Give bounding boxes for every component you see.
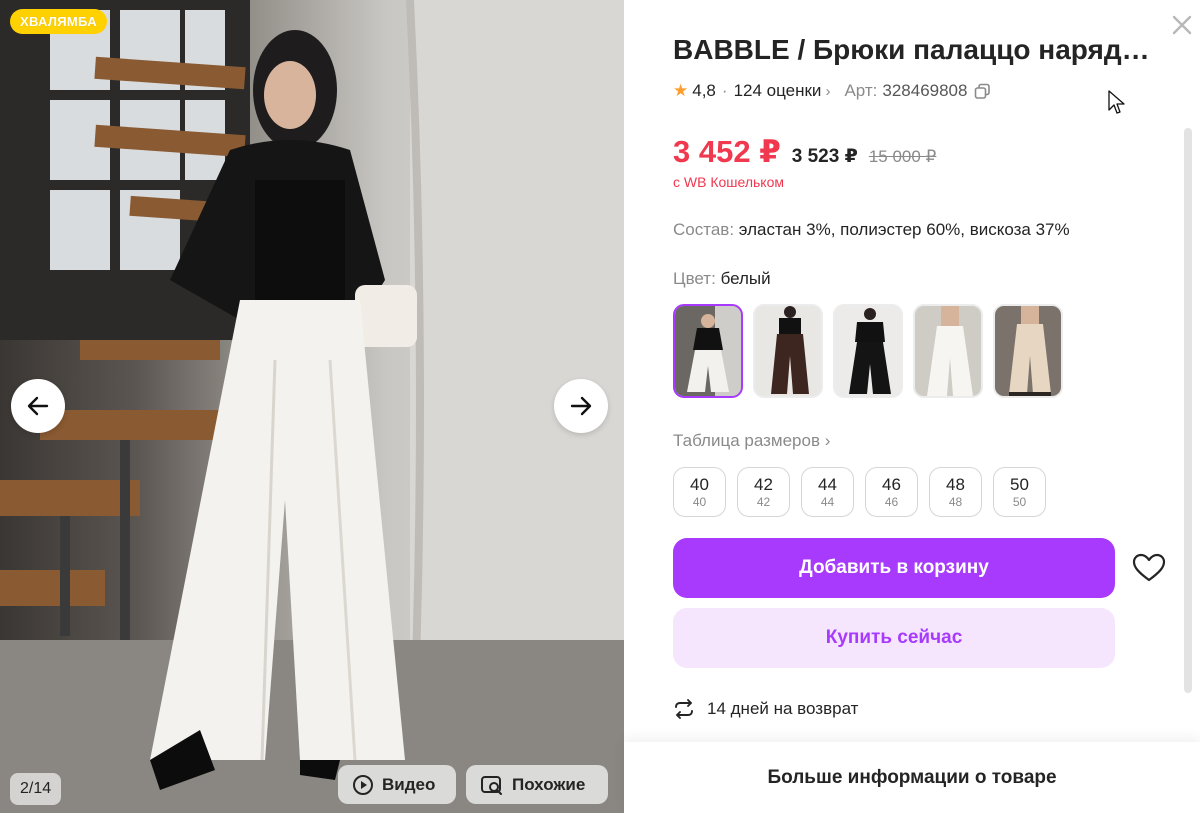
add-to-cart-button[interactable]: Добавить в корзину [673,538,1115,598]
heart-icon[interactable] [1132,553,1166,583]
product-photo [0,0,624,813]
product-gallery[interactable]: ХВАЛЯМБА 2/14 Видео Похожие [0,0,624,813]
wallet-price: 3 452 ₽ [673,134,781,169]
returns-label: 14 дней на возврат [707,699,859,718]
rating-value: 4,8 [692,81,716,100]
color-value: белый [720,269,771,288]
size-intl: 50 [1012,494,1027,509]
size-selector: 40 40 42 42 44 44 46 46 48 48 50 50 [673,467,1046,517]
size-option[interactable]: 44 44 [801,467,854,517]
size-ru: 50 [1010,474,1029,494]
buy-now-button[interactable]: Купить сейчас [673,608,1115,668]
size-option[interactable]: 46 46 [865,467,918,517]
promo-badge: ХВАЛЯМБА [10,9,107,34]
returns-info: 14 дней на возврат [673,698,858,720]
size-intl: 42 [756,494,771,509]
product-details-panel [624,0,1200,813]
size-option[interactable]: 42 42 [737,467,790,517]
mouse-cursor-icon [1108,90,1125,114]
size-ru: 46 [882,474,901,494]
composition-label: Состав: [673,220,735,239]
size-option[interactable]: 40 40 [673,467,726,517]
composition-value: эластан 3%, полиэстер 60%, вискоза 37% [738,220,1070,239]
size-ru: 48 [946,474,965,494]
size-intl: 44 [820,494,835,509]
previous-photo-button[interactable] [11,379,65,433]
next-photo-button[interactable] [554,379,608,433]
composition: Состав: эластан 3%, полиэстер 60%, виско… [673,220,1070,240]
similar-button-label: Похожие [512,774,586,794]
chevron-right-icon: › [824,431,831,450]
more-info-button[interactable]: Больше информации о товаре [624,742,1200,813]
return-arrows-icon [675,699,693,719]
video-button[interactable]: Видео [338,765,456,804]
similar-search-icon [481,775,502,795]
separator-dot: · [721,81,728,100]
article-value: 328469808 [882,81,968,100]
similar-button[interactable]: Похожие [466,765,608,804]
product-title: BABBLE / Брюки палаццо нарядные [673,34,1158,65]
color-swatch-white-jacket[interactable] [673,304,743,398]
size-intl: 48 [948,494,963,509]
size-intl: 40 [692,494,707,509]
close-icon[interactable] [1170,13,1194,37]
video-button-label: Видео [382,774,436,794]
product-meta: ★ 4,8 · 124 оценки › Арт: 328469808 [673,80,991,102]
color-swatch-brown[interactable] [753,304,823,398]
arrow-right-icon [570,396,592,416]
regular-price: 3 523 ₽ [791,146,858,167]
arrow-left-icon [27,396,49,416]
reviews-link[interactable]: 124 оценки [734,81,822,101]
article-label: Арт: [844,81,878,100]
size-option[interactable]: 48 48 [929,467,982,517]
wallet-note: с WB Кошельком [673,174,784,190]
copy-icon[interactable] [974,83,991,100]
play-icon [353,774,373,795]
color-swatch-beige[interactable] [993,304,1063,398]
size-ru: 40 [690,474,709,494]
color-swatch-black[interactable] [833,304,903,398]
color-swatch-white[interactable] [913,304,983,398]
photo-counter: 2/14 [10,773,62,805]
size-option[interactable]: 50 50 [993,467,1046,517]
size-ru: 42 [754,474,773,494]
price-row: 3 452 ₽ 3 523 ₽ 15 000 ₽ [673,134,936,170]
size-table-label: Таблица размеров [673,431,820,450]
scrollbar[interactable] [1184,128,1192,693]
chevron-right-icon: › [825,82,831,100]
color-label: Цвет: [673,269,716,288]
star-icon: ★ [673,81,689,100]
size-ru: 44 [818,474,837,494]
size-intl: 46 [884,494,899,509]
color-line: Цвет: белый [673,269,771,289]
original-price: 15 000 ₽ [868,147,937,166]
color-swatches [673,304,1063,398]
size-table-link[interactable]: Таблица размеров › [673,431,830,451]
